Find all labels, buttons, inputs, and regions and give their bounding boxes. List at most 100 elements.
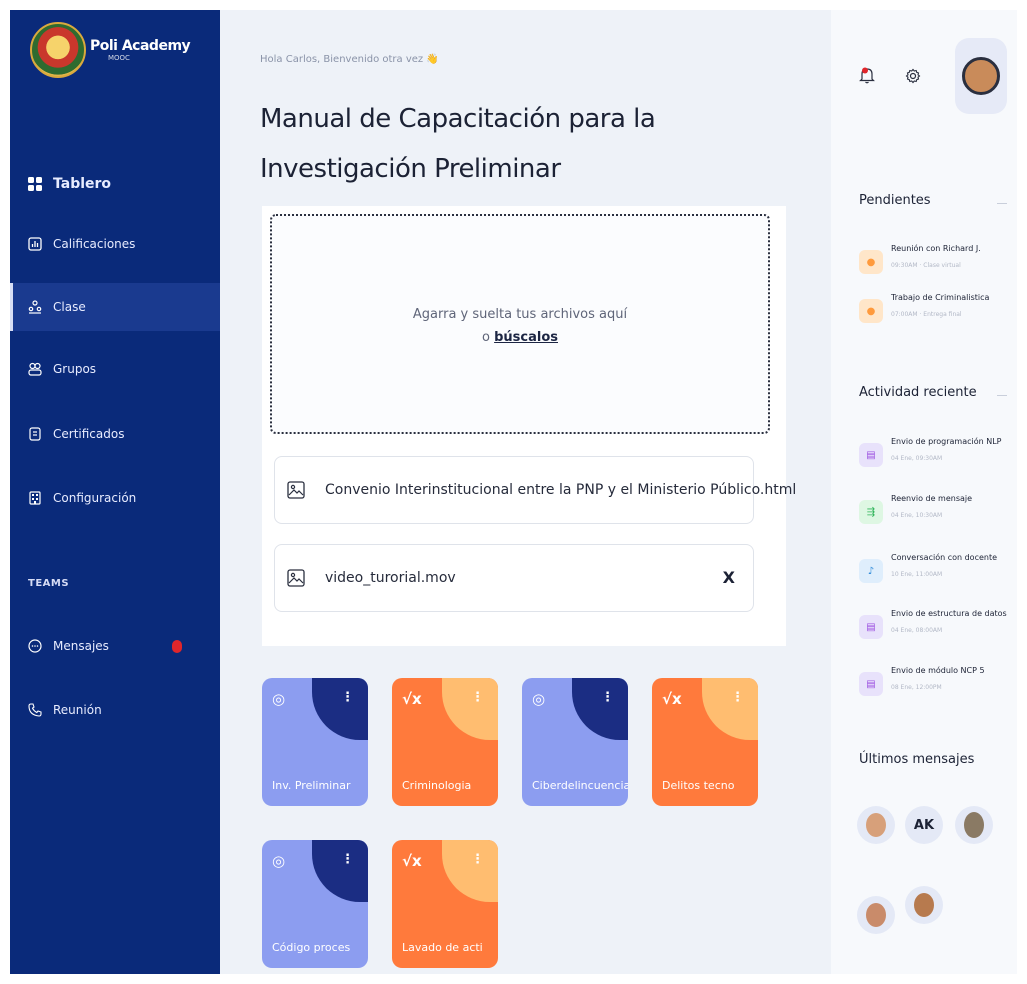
file-item[interactable]: Convenio Interinstitucional entre la PNP… bbox=[274, 456, 796, 524]
contact-avatar[interactable] bbox=[905, 886, 943, 924]
pending-item[interactable]: ● Reunión con Richard J. 09:30AM · Clase… bbox=[859, 242, 1017, 290]
messages-title: Últimos mensajes bbox=[859, 752, 975, 767]
sidebar-item-label: Grupos bbox=[53, 362, 97, 376]
image-file-icon bbox=[287, 569, 305, 587]
app-frame: Poli Academy MOOC Tablero Calificaciones bbox=[10, 10, 1017, 974]
mic-icon: ♪ bbox=[859, 559, 883, 583]
gear-icon[interactable] bbox=[905, 68, 921, 88]
course-card[interactable]: ◎ ⋮ Ciberdelincuencia bbox=[522, 678, 628, 806]
sidebar-item-grupos[interactable]: Grupos bbox=[10, 345, 220, 393]
more-options-icon[interactable]: ⋮ bbox=[731, 690, 744, 705]
pending-item[interactable]: ● Trabajo de Criminalistica 07:00AM · En… bbox=[859, 291, 1017, 339]
course-label: Delitos tecno bbox=[662, 779, 735, 792]
teams-label: TEAMS bbox=[28, 578, 70, 589]
card-decoration bbox=[702, 678, 758, 740]
contact-avatar-initials[interactable]: AK bbox=[905, 806, 943, 844]
avatar-face bbox=[914, 893, 934, 917]
pending-item-title: Reunión con Richard J. bbox=[891, 244, 981, 253]
divider bbox=[997, 203, 1007, 204]
avatar-face bbox=[866, 903, 886, 927]
sidebar-item-clase[interactable]: Clase bbox=[10, 283, 220, 331]
main-content: Hola Carlos, Bienvenido otra vez 👋 Manua… bbox=[220, 10, 831, 974]
greeting: Hola Carlos, Bienvenido otra vez 👋 bbox=[260, 54, 439, 65]
more-options-icon[interactable]: ⋮ bbox=[471, 852, 484, 867]
more-options-icon[interactable]: ⋮ bbox=[601, 690, 614, 705]
file-item[interactable]: video_turorial.mov X bbox=[274, 544, 754, 612]
contact-avatar[interactable] bbox=[955, 806, 993, 844]
forward-icon: ⇶ bbox=[859, 500, 883, 524]
app-name: Poli Academy bbox=[90, 38, 191, 54]
card-decoration bbox=[442, 840, 498, 902]
globe-icon: ◎ bbox=[272, 852, 286, 870]
logo[interactable]: Poli Academy MOOC bbox=[30, 22, 191, 78]
avatar-face bbox=[866, 813, 886, 837]
avatar-face bbox=[964, 812, 984, 838]
globe-icon: ◎ bbox=[532, 690, 546, 708]
sidebar-item-label: Configuración bbox=[53, 491, 137, 505]
sidebar-item-configuracion[interactable]: Configuración bbox=[10, 474, 220, 522]
remove-file-button[interactable]: X bbox=[723, 568, 735, 587]
task-icon: ● bbox=[859, 250, 883, 274]
card-decoration bbox=[312, 678, 368, 740]
more-options-icon[interactable]: ⋮ bbox=[471, 690, 484, 705]
activity-item[interactable]: ▤ Envio de módulo NCP 5 08 Ene, 12:00PM bbox=[859, 664, 1017, 712]
course-card[interactable]: √x ⋮ Delitos tecno bbox=[652, 678, 758, 806]
upload-card: Agarra y suelta tus archivos aquí o búsc… bbox=[262, 206, 796, 646]
card-decoration bbox=[312, 840, 368, 902]
pending-title: Pendientes bbox=[859, 193, 931, 208]
certificate-icon bbox=[28, 427, 42, 441]
divider bbox=[997, 395, 1007, 396]
pending-item-sub: 09:30AM · Clase virtual bbox=[891, 262, 961, 269]
activity-item[interactable]: ♪ Conversación con docente 10 Ene, 11:00… bbox=[859, 551, 1017, 599]
phone-icon bbox=[28, 703, 42, 717]
course-label: Inv. Preliminar bbox=[272, 779, 351, 792]
dropzone-text: Agarra y suelta tus archivos aquí bbox=[412, 307, 628, 322]
course-card[interactable]: √x ⋮ Criminologia bbox=[392, 678, 498, 806]
sidebar-item-mensajes[interactable]: Mensajes bbox=[10, 622, 220, 670]
dropzone-prefix: o bbox=[481, 330, 490, 345]
user-avatar-button[interactable] bbox=[955, 38, 1007, 114]
file-name: Convenio Interinstitucional entre la PNP… bbox=[325, 482, 797, 498]
activity-title: Actividad reciente bbox=[859, 385, 977, 400]
browse-link[interactable]: búscalos bbox=[494, 330, 558, 345]
sidebar-item-calificaciones[interactable]: Calificaciones bbox=[10, 220, 220, 268]
more-options-icon[interactable]: ⋮ bbox=[341, 852, 354, 867]
course-label: Criminologia bbox=[402, 779, 472, 792]
activity-item-title: Envio de módulo NCP 5 bbox=[891, 666, 985, 675]
sidebar-item-reunion[interactable]: Reunión bbox=[10, 686, 220, 734]
globe-icon: ◎ bbox=[272, 690, 286, 708]
file-dropzone[interactable]: Agarra y suelta tus archivos aquí o búsc… bbox=[270, 214, 770, 434]
course-label: Lavado de acti bbox=[402, 941, 483, 954]
clipboard-icon: ▤ bbox=[859, 443, 883, 467]
sidebar-item-certificados[interactable]: Certificados bbox=[10, 410, 220, 458]
activity-item-sub: 04 Ene, 09:30AM bbox=[891, 455, 943, 462]
activity-item-sub: 10 Ene, 11:00AM bbox=[891, 571, 943, 578]
course-card[interactable]: ◎ ⋮ Código proces bbox=[262, 840, 368, 968]
more-options-icon[interactable]: ⋮ bbox=[341, 690, 354, 705]
activity-item-sub: 04 Ene, 10:30AM bbox=[891, 512, 943, 519]
file-name: video_turorial.mov bbox=[325, 570, 456, 586]
course-card[interactable]: √x ⋮ Lavado de acti bbox=[392, 840, 498, 968]
sqrt-icon: √x bbox=[662, 690, 682, 708]
image-file-icon bbox=[287, 481, 305, 499]
sidebar-item-label: Tablero bbox=[53, 176, 112, 192]
activity-item[interactable]: ⇶ Reenvio de mensaje 04 Ene, 10:30AM bbox=[859, 492, 1017, 540]
police-emblem-icon bbox=[30, 22, 86, 78]
message-icon bbox=[28, 639, 42, 653]
activity-item-title: Envio de estructura de datos bbox=[891, 609, 1007, 618]
sidebar-item-label: Mensajes bbox=[53, 639, 109, 653]
page-title: Manual de Capacitación para la Investiga… bbox=[260, 104, 656, 184]
task-icon: ● bbox=[859, 299, 883, 323]
activity-item-title: Envio de programación NLP bbox=[891, 437, 1002, 446]
activity-item[interactable]: ▤ Envio de estructura de datos 04 Ene, 0… bbox=[859, 607, 1017, 655]
course-card[interactable]: ◎ ⋮ Inv. Preliminar bbox=[262, 678, 368, 806]
logo-text: Poli Academy MOOC bbox=[90, 38, 191, 62]
contact-avatar[interactable] bbox=[857, 806, 895, 844]
pending-item-sub: 07:00AM · Entrega final bbox=[891, 311, 962, 318]
sqrt-icon: √x bbox=[402, 690, 422, 708]
activity-item-sub: 04 Ene, 08:00AM bbox=[891, 627, 943, 634]
notification-bell-icon[interactable] bbox=[859, 66, 875, 88]
activity-item[interactable]: ▤ Envio de programación NLP 04 Ene, 09:3… bbox=[859, 435, 1017, 483]
contact-avatar[interactable] bbox=[857, 896, 895, 934]
sidebar-item-tablero[interactable]: Tablero bbox=[10, 160, 220, 208]
